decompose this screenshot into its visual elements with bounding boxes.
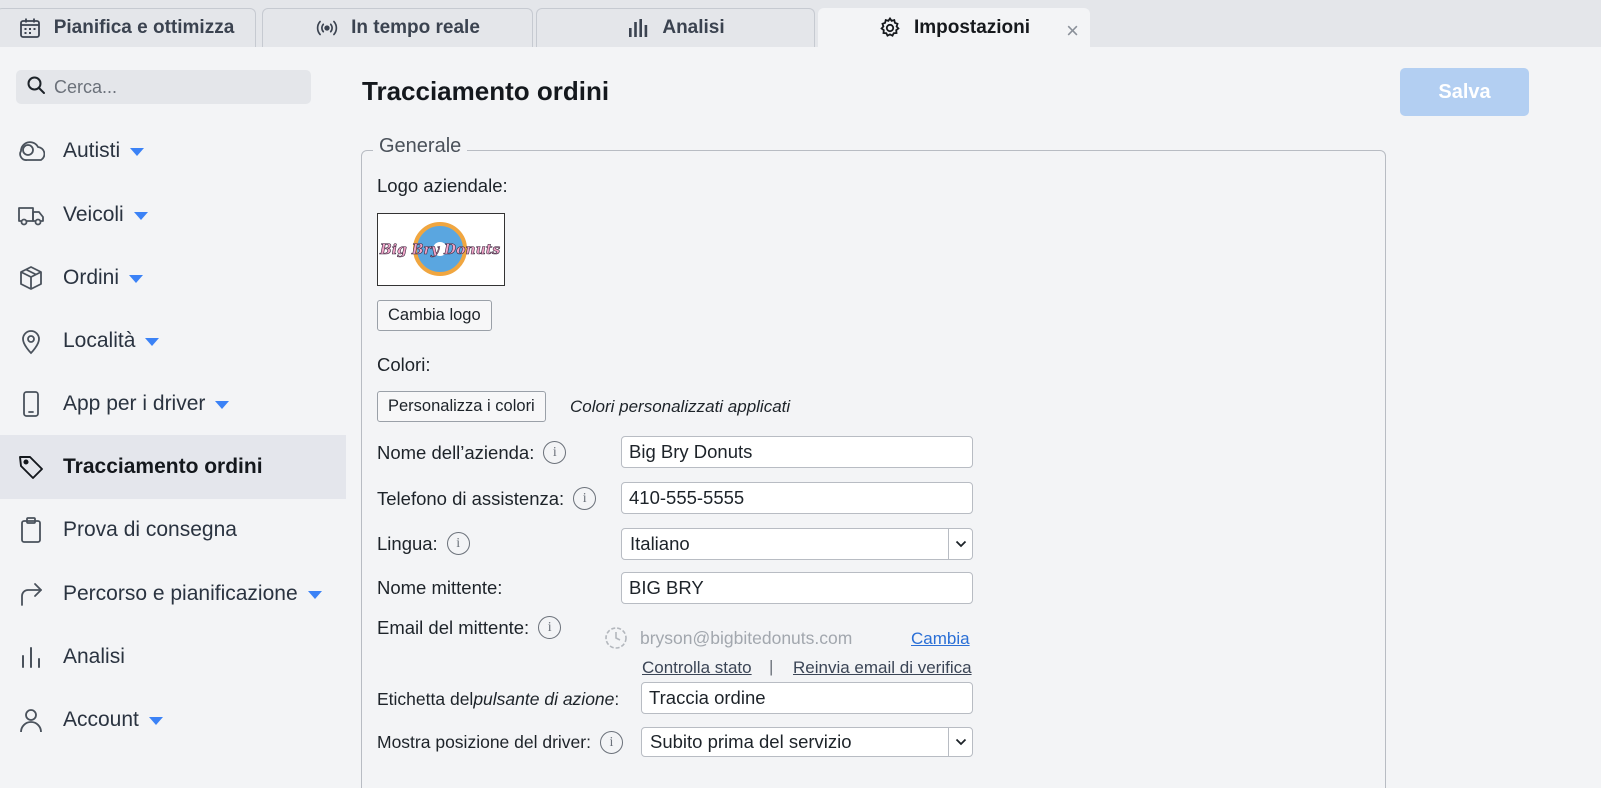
sidebar: Autisti Veicoli Ordini Località App per … xyxy=(0,47,346,788)
gear-icon xyxy=(878,16,902,40)
broadcast-icon xyxy=(315,16,339,40)
tab-real-time[interactable]: In tempo reale xyxy=(262,8,533,47)
sidebar-item-label: Veicoli xyxy=(63,203,124,226)
sidebar-item-drivers[interactable]: Autisti xyxy=(0,119,346,183)
customize-colors-button[interactable]: Personalizza i colori xyxy=(377,391,546,422)
chevron-down-icon[interactable] xyxy=(948,728,972,756)
info-icon[interactable]: i xyxy=(446,532,470,555)
resend-verification-link[interactable]: Reinvia email di verifica xyxy=(793,658,972,678)
calendar-icon xyxy=(18,16,42,40)
sidebar-item-label: Ordini xyxy=(63,266,120,289)
location-pin-icon xyxy=(17,327,45,355)
sidebar-item-account[interactable]: Account xyxy=(0,688,346,752)
phone-icon xyxy=(17,390,45,418)
sender-name-label: Nome mittente: xyxy=(377,576,503,598)
caret-down-icon[interactable] xyxy=(148,717,163,725)
sidebar-item-routing-planning[interactable]: Percorso e pianificazione xyxy=(0,562,346,626)
caret-down-icon[interactable] xyxy=(145,338,160,346)
tab-label: In tempo reale xyxy=(351,17,480,38)
sidebar-item-orders[interactable]: Ordini xyxy=(0,246,346,310)
sidebar-item-label: Analisi xyxy=(63,645,125,668)
sidebar-item-analytics[interactable]: Analisi xyxy=(0,625,346,689)
caret-down-icon[interactable] xyxy=(130,148,145,156)
sidebar-item-label: Account xyxy=(63,708,139,731)
sidebar-item-label: Percorso e pianificazione xyxy=(63,582,298,605)
colors-status-text: Colori personalizzati applicati xyxy=(570,397,791,416)
clipboard-icon xyxy=(17,516,45,544)
sidebar-item-label: Tracciamento ordini xyxy=(63,455,263,478)
caret-down-icon[interactable] xyxy=(129,275,144,283)
main-content: Tracciamento ordini Salva Generale Logo … xyxy=(346,47,1601,788)
sidebar-item-label: Autisti xyxy=(63,139,121,162)
sidebar-item-proof-of-delivery[interactable]: Prova di consegna xyxy=(0,498,346,562)
language-label: Lingua: i xyxy=(377,531,470,556)
sidebar-item-vehicles[interactable]: Veicoli xyxy=(0,183,346,247)
info-icon[interactable]: i xyxy=(538,616,562,639)
change-email-link[interactable]: Cambia xyxy=(911,629,970,649)
close-icon[interactable]: × xyxy=(1066,18,1079,44)
caret-down-icon[interactable] xyxy=(307,591,322,599)
tab-analytics[interactable]: Analisi xyxy=(536,8,815,47)
save-button[interactable]: Salva xyxy=(1400,68,1529,116)
tab-label: Impostazioni xyxy=(913,17,1031,38)
sidebar-item-label: Località xyxy=(63,329,136,352)
company-name-field[interactable] xyxy=(621,436,973,468)
caret-down-icon[interactable] xyxy=(133,212,148,220)
sidebar-item-driver-app[interactable]: App per i driver xyxy=(0,372,346,436)
driver-position-label: Mostra posizione del driver: i xyxy=(377,730,623,755)
tab-label: Analisi xyxy=(662,17,725,38)
truck-icon xyxy=(17,201,45,229)
sender-name-field[interactable] xyxy=(621,572,973,604)
sidebar-item-locations[interactable]: Località xyxy=(0,309,346,373)
tab-label: Pianifica e ottimizza xyxy=(53,17,235,38)
tab-settings[interactable]: Impostazioni × xyxy=(818,8,1090,47)
caret-down-icon[interactable] xyxy=(215,401,230,409)
user-icon xyxy=(17,706,45,734)
sidebar-item-order-tracking[interactable]: Tracciamento ordini xyxy=(0,435,346,499)
tag-icon xyxy=(17,453,45,481)
search-box[interactable] xyxy=(16,70,311,104)
colors-label: Colori: xyxy=(377,354,431,375)
support-phone-label: Telefono di assistenza: i xyxy=(377,486,597,511)
box-icon xyxy=(17,264,45,292)
change-logo-button[interactable]: Cambia logo xyxy=(377,300,492,331)
page-title: Tracciamento ordini xyxy=(362,76,610,106)
tab-plan-optimize[interactable]: Pianifica e ottimizza xyxy=(0,8,256,47)
info-icon[interactable]: i xyxy=(599,731,623,754)
search-icon xyxy=(26,75,46,100)
sender-email-label: Email del mittente: i xyxy=(377,615,562,640)
chevron-down-icon[interactable] xyxy=(948,529,972,559)
link-separator: | xyxy=(769,657,774,676)
check-status-link[interactable]: Controlla stato xyxy=(642,658,752,678)
company-logo: Big Bry Donuts xyxy=(377,213,505,286)
search-input[interactable] xyxy=(54,76,294,98)
support-phone-field[interactable] xyxy=(621,482,973,514)
driver-position-select[interactable]: Subito prima del servizio xyxy=(641,727,973,757)
info-icon[interactable]: i xyxy=(543,441,567,464)
info-icon[interactable]: i xyxy=(573,487,597,510)
company-name-label: Nome dell’azienda: i xyxy=(377,440,567,465)
driver-position-value: Subito prima del servizio xyxy=(650,731,852,752)
language-value: Italiano xyxy=(630,533,690,554)
bar-chart-icon xyxy=(17,643,45,671)
logo-label: Logo aziendale: xyxy=(377,175,508,196)
sidebar-item-label: App per i driver xyxy=(63,392,206,415)
sender-email-value: bryson@bigbitedonuts.com xyxy=(640,628,853,648)
sidebar-item-label: Prova di consegna xyxy=(63,518,237,541)
svg-text:Big Bry Donuts: Big Bry Donuts xyxy=(379,242,500,258)
bar-chart-icon xyxy=(626,16,650,40)
action-button-label-field[interactable] xyxy=(641,682,973,714)
section-legend: Generale xyxy=(373,135,468,158)
drivers-icon xyxy=(17,137,45,165)
tab-bar: Pianifica e ottimizza In tempo reale Ana… xyxy=(0,0,1601,47)
action-button-label: Etichetta del pulsante di azione: xyxy=(377,689,620,709)
route-arrow-icon xyxy=(17,580,45,608)
language-select[interactable]: Italiano xyxy=(621,528,973,560)
pending-clock-icon xyxy=(604,626,628,655)
